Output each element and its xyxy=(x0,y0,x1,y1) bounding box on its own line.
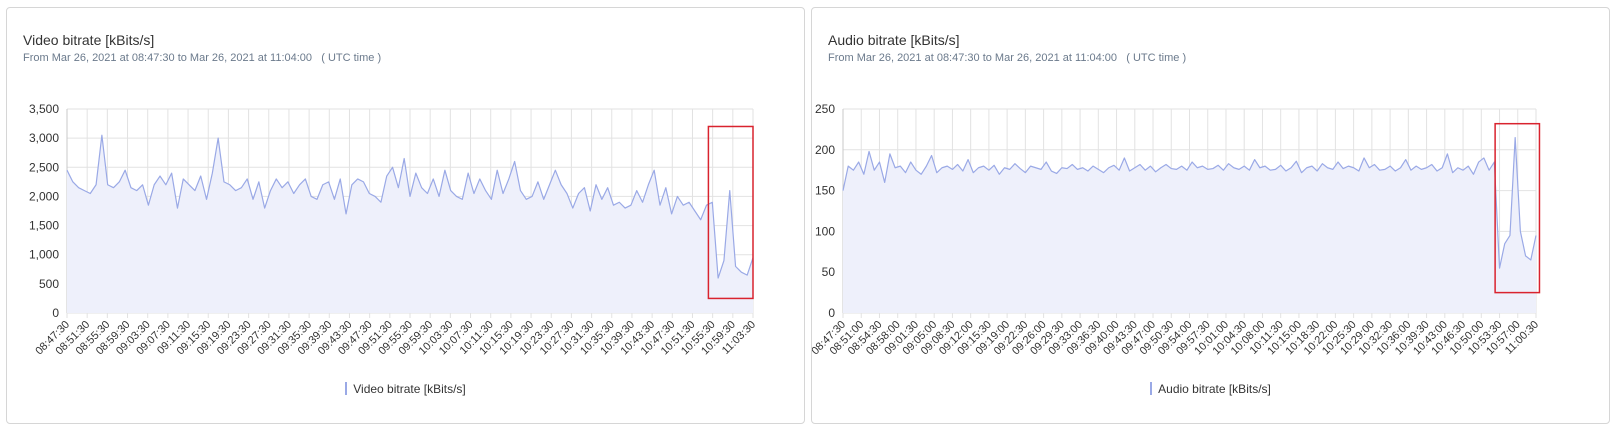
y-tick-label: 500 xyxy=(39,277,59,291)
y-tick-label: 150 xyxy=(815,184,835,198)
legend-label: Audio bitrate [kBits/s] xyxy=(1158,382,1271,396)
legend-label: Video bitrate [kBits/s] xyxy=(353,382,466,396)
y-tick-label: 0 xyxy=(828,306,835,320)
video-bitrate-chart: 05001,0001,5002,0002,5003,0003,50008:47:… xyxy=(29,102,758,357)
y-tick-label: 3,500 xyxy=(29,102,59,116)
audio-bitrate-chart: 05010015020025008:47:3008:51:0008:54:300… xyxy=(812,102,1541,357)
y-tick-label: 3,000 xyxy=(29,131,59,145)
y-tick-label: 1,500 xyxy=(29,219,59,233)
chart-legend[interactable]: Audio bitrate [kBits/s] xyxy=(812,382,1609,396)
legend-swatch-icon xyxy=(345,382,348,395)
y-tick-label: 100 xyxy=(815,224,835,238)
chart-legend[interactable]: Video bitrate [kBits/s] xyxy=(7,382,804,396)
y-tick-label: 1,000 xyxy=(29,248,59,262)
y-tick-label: 50 xyxy=(822,265,836,279)
y-tick-label: 250 xyxy=(815,102,835,116)
y-tick-label: 2,500 xyxy=(29,160,59,174)
audio-bitrate-card: Audio bitrate [kBits/s] From Mar 26, 202… xyxy=(811,7,1610,424)
video-bitrate-card: Video bitrate [kBits/s] From Mar 26, 202… xyxy=(6,7,805,424)
y-tick-label: 200 xyxy=(815,143,835,157)
y-tick-label: 0 xyxy=(52,306,59,320)
legend-swatch-icon xyxy=(1150,382,1153,395)
y-tick-label: 2,000 xyxy=(29,189,59,203)
